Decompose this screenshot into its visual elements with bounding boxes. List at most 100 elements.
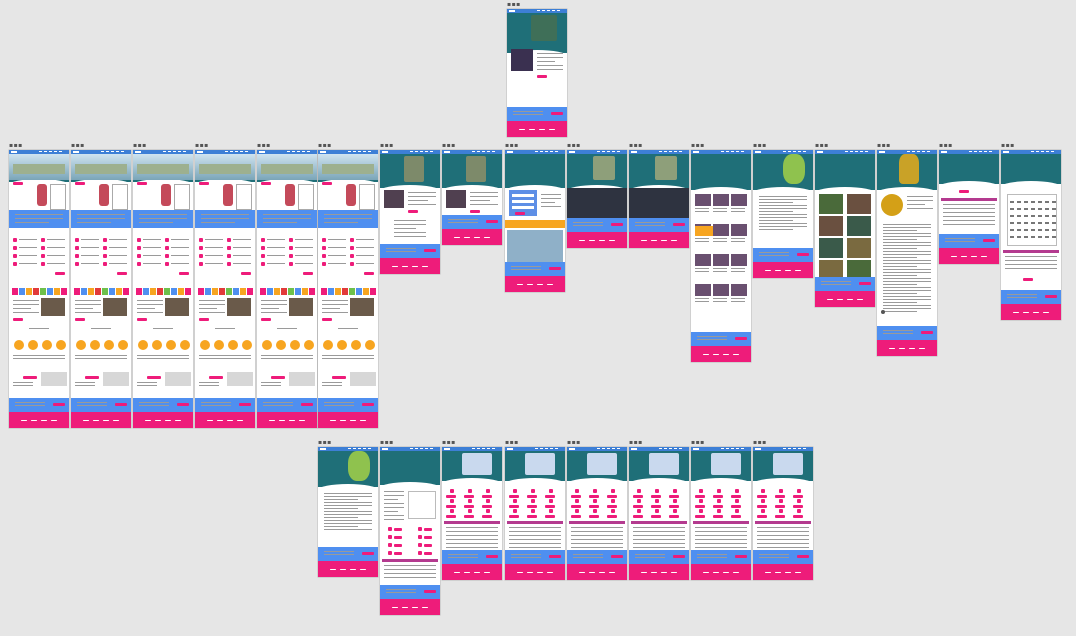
- event-button[interactable]: [424, 552, 432, 555]
- nav-menu-item[interactable]: [865, 151, 868, 152]
- form-field[interactable]: [512, 194, 534, 197]
- welcome-badge[interactable]: [75, 182, 85, 185]
- agenda-button[interactable]: [482, 505, 492, 508]
- footer-link[interactable]: [889, 348, 895, 349]
- frame-agenda-6[interactable]: [753, 447, 813, 580]
- event-button[interactable]: [394, 552, 402, 555]
- photo-tile[interactable]: [819, 238, 843, 258]
- agenda-button[interactable]: [571, 495, 581, 498]
- footer-link[interactable]: [723, 354, 729, 355]
- staff-card[interactable]: [713, 284, 729, 296]
- footer-cta-button[interactable]: [611, 223, 623, 226]
- footer-cta-button[interactable]: [362, 552, 374, 555]
- more-button[interactable]: [241, 272, 251, 275]
- footer-link[interactable]: [951, 256, 957, 257]
- footer-cta-button[interactable]: [735, 555, 747, 558]
- footer-link[interactable]: [484, 237, 490, 238]
- staff-card[interactable]: [731, 284, 747, 296]
- login-form[interactable]: [112, 184, 128, 210]
- nav-menu-item[interactable]: [477, 448, 480, 449]
- footer-link[interactable]: [21, 420, 27, 421]
- site-logo[interactable]: [569, 151, 575, 153]
- frame-event-list[interactable]: [380, 447, 440, 615]
- footer-link[interactable]: [350, 569, 356, 570]
- nav-menu-item[interactable]: [168, 151, 171, 152]
- agenda-button[interactable]: [669, 505, 679, 508]
- nav-menu-item[interactable]: [287, 151, 290, 152]
- footer-link[interactable]: [589, 240, 595, 241]
- nav-menu-item[interactable]: [917, 151, 920, 152]
- nav-menu-item[interactable]: [245, 151, 248, 152]
- nav-menu-item[interactable]: [788, 151, 791, 152]
- footer-link[interactable]: [651, 572, 657, 573]
- site-logo[interactable]: [507, 151, 513, 153]
- nav-menu-item[interactable]: [550, 448, 553, 449]
- calendar-day[interactable]: [1045, 236, 1049, 238]
- filter-button[interactable]: [959, 190, 969, 193]
- frame-photos[interactable]: [815, 150, 875, 307]
- footer-link[interactable]: [484, 572, 490, 573]
- category-tile[interactable]: [370, 288, 376, 295]
- news-button[interactable]: [322, 318, 332, 321]
- event-button[interactable]: [394, 528, 402, 531]
- footer-cta-button[interactable]: [549, 555, 561, 558]
- calendar-day[interactable]: [1017, 236, 1021, 238]
- event-button[interactable]: [209, 376, 223, 379]
- footer-link[interactable]: [527, 572, 533, 573]
- site-logo[interactable]: [259, 151, 265, 153]
- footer-link[interactable]: [549, 129, 555, 130]
- site-logo[interactable]: [941, 151, 947, 153]
- category-tile[interactable]: [356, 288, 362, 295]
- nav-menu-item[interactable]: [535, 151, 538, 152]
- nav-menu-item[interactable]: [736, 151, 739, 152]
- footer-link[interactable]: [847, 299, 853, 300]
- footer-link[interactable]: [412, 607, 418, 608]
- nav-menu-item[interactable]: [472, 151, 475, 152]
- nav-menu-item[interactable]: [679, 151, 682, 152]
- nav-menu-item[interactable]: [617, 151, 620, 152]
- calendar-day[interactable]: [1017, 222, 1021, 224]
- footer-link[interactable]: [360, 569, 366, 570]
- nav-menu-item[interactable]: [731, 151, 734, 152]
- calendar-day[interactable]: [1031, 236, 1035, 238]
- footer-link[interactable]: [145, 420, 151, 421]
- footer-link[interactable]: [392, 607, 398, 608]
- footer-link[interactable]: [537, 284, 543, 285]
- agenda-button[interactable]: [589, 505, 599, 508]
- staff-card[interactable]: [731, 224, 747, 236]
- footer-link[interactable]: [165, 420, 171, 421]
- footer-link[interactable]: [402, 266, 408, 267]
- nav-menu-item[interactable]: [860, 151, 863, 152]
- nav-menu-item[interactable]: [173, 151, 176, 152]
- frame-home-3[interactable]: [133, 150, 193, 428]
- calendar-day[interactable]: [1024, 215, 1028, 217]
- category-tile[interactable]: [260, 288, 266, 295]
- frame-gallery-a[interactable]: [567, 150, 627, 248]
- nav-menu-item[interactable]: [793, 448, 796, 449]
- agenda-button[interactable]: [509, 495, 519, 498]
- frame-agenda-5[interactable]: [691, 447, 751, 580]
- category-tile[interactable]: [157, 288, 163, 295]
- mini-calendar[interactable]: [408, 491, 436, 519]
- agenda-button[interactable]: [589, 495, 599, 498]
- nav-menu-item[interactable]: [358, 448, 361, 449]
- frame-contact[interactable]: [505, 150, 565, 292]
- calendar-day[interactable]: [1052, 236, 1056, 238]
- category-tile[interactable]: [309, 288, 315, 295]
- agenda-button[interactable]: [545, 515, 555, 518]
- site-logo[interactable]: [1003, 151, 1009, 153]
- category-tile[interactable]: [88, 288, 94, 295]
- nav-menu-item[interactable]: [487, 151, 490, 152]
- agenda-button[interactable]: [669, 495, 679, 498]
- calendar-day[interactable]: [1038, 236, 1042, 238]
- nav-menu-item[interactable]: [363, 151, 366, 152]
- calendar-day[interactable]: [1017, 229, 1021, 231]
- footer-link[interactable]: [765, 270, 771, 271]
- category-tile[interactable]: [295, 288, 301, 295]
- category-tile[interactable]: [143, 288, 149, 295]
- nav-menu-item[interactable]: [664, 448, 667, 449]
- nav-menu-item[interactable]: [721, 448, 724, 449]
- login-form[interactable]: [50, 184, 66, 210]
- nav-menu-item[interactable]: [430, 151, 433, 152]
- nav-menu-item[interactable]: [1046, 151, 1049, 152]
